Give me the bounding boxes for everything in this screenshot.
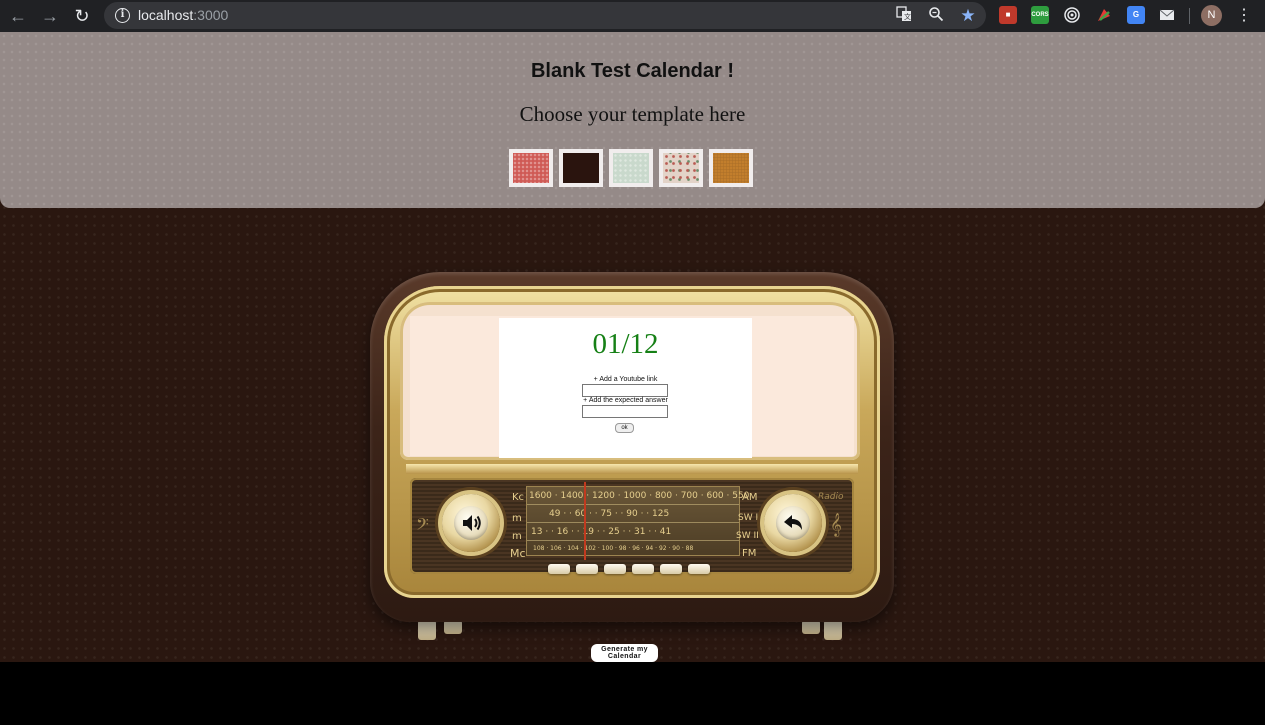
generate-calendar-button[interactable]: Generate my Calendar: [591, 644, 658, 662]
profile-avatar[interactable]: N: [1201, 5, 1222, 26]
radio-foot-left-inner: [444, 620, 462, 634]
site-info-icon[interactable]: i: [115, 8, 130, 23]
volume-knob[interactable]: [442, 494, 500, 552]
ext-color-icon[interactable]: [1095, 6, 1113, 24]
template-swatch-floral[interactable]: [659, 149, 703, 187]
youtube-link-label: + Add a Youtube link: [593, 376, 658, 383]
radio-key: [548, 564, 570, 574]
zoom-icon[interactable]: [926, 6, 946, 26]
radio-key: [604, 564, 626, 574]
back-knob[interactable]: [764, 494, 822, 552]
header-panel: Blank Test Calendar ! Choose your templa…: [0, 32, 1265, 208]
band-right-sw2: SW II: [736, 531, 759, 541]
url-port: :3000: [193, 7, 229, 23]
scale-row-sw1: 49 · · 60 · · 75 · · 90 · · 125: [549, 509, 670, 519]
page-title: Blank Test Calendar !: [530, 60, 735, 82]
ext-target-icon[interactable]: [1063, 6, 1081, 24]
scale-line-1: [527, 504, 739, 505]
scale-row-fm: 108 · 106 · 104 · 102 · 100 · 98 · 96 · …: [533, 545, 694, 552]
radio-foot-right-inner: [802, 620, 820, 634]
radio-key: [688, 564, 710, 574]
radio-foot-left: [418, 620, 436, 640]
radio-tuning-needle: [584, 482, 586, 560]
scale-line-2: [527, 522, 739, 523]
template-picker: [509, 149, 754, 187]
band-right-fm: FM: [742, 548, 757, 559]
page-content: Blank Test Calendar ! Choose your templa…: [0, 32, 1265, 725]
band-label-kc: Kc: [512, 492, 525, 503]
template-swatch-orange-fill: [713, 153, 749, 183]
scale-line-3: [527, 540, 739, 541]
bass-clef-icon: 𝄢: [416, 516, 429, 538]
template-swatch-orange[interactable]: [709, 149, 753, 187]
ok-button[interactable]: ok: [615, 423, 634, 433]
browser-toolbar: ← → ↻ i localhost:3000 文 ★ ■ CORS G N ⋮: [0, 0, 1265, 32]
ext-translate-icon[interactable]: G: [1127, 6, 1145, 24]
back-arrow-icon[interactable]: ←: [6, 4, 30, 28]
template-swatch-dark-brown[interactable]: [559, 149, 603, 187]
band-right-sw1: SW I: [738, 513, 759, 523]
ext-mail-icon[interactable]: [1158, 6, 1176, 24]
band-label-m1: m: [512, 513, 522, 524]
translate-icon[interactable]: 文: [894, 6, 914, 26]
template-swatch-red-fill: [513, 153, 549, 183]
template-prompt: Choose your template here: [519, 102, 746, 126]
radio-frequency-scale: 1600 · 1400 · 1200 · 1000 · 800 · 700 · …: [526, 486, 749, 556]
reload-icon[interactable]: ↻: [70, 4, 94, 28]
radio-trim-bar: [406, 464, 858, 474]
template-swatch-dark-brown-fill: [563, 153, 599, 183]
back-arrow-icon: [776, 506, 810, 540]
radio-key: [632, 564, 654, 574]
scale-row-sw2: 13 · · 16 · · 19 · · 25 · · 31 · · 41: [531, 527, 672, 537]
star-icon[interactable]: ★: [958, 6, 978, 26]
address-url[interactable]: localhost:3000: [138, 7, 228, 23]
volume-knob-cap: [454, 506, 488, 540]
radio-brand: Radio: [818, 492, 844, 502]
radio-keys: [548, 564, 716, 576]
day-date: 01/12: [592, 328, 659, 360]
template-swatch-red[interactable]: [509, 149, 553, 187]
address-bar[interactable]: i localhost:3000 文 ★: [104, 2, 986, 29]
band-label-m2: m: [512, 531, 522, 542]
more-menu-icon[interactable]: ⋮: [1234, 4, 1254, 28]
scale-row-am: 1600 · 1400 · 1200 · 1000 · 800 · 700 · …: [529, 491, 750, 501]
expected-answer-label: + Add the expected answer: [583, 397, 668, 404]
radio-key: [660, 564, 682, 574]
ext-red-icon[interactable]: ■: [999, 6, 1017, 24]
youtube-link-input[interactable]: [582, 384, 668, 397]
treble-clef-icon: 𝄞: [830, 514, 842, 536]
footer-band: [0, 662, 1265, 725]
band-label-mc: Mc: [510, 547, 526, 560]
template-swatch-mint[interactable]: [609, 149, 653, 187]
back-knob-cap: [776, 506, 810, 540]
ext-cors-icon[interactable]: CORS: [1031, 6, 1049, 24]
forward-arrow-icon[interactable]: →: [38, 4, 62, 28]
url-host: localhost: [138, 7, 194, 23]
template-swatch-mint-fill: [613, 153, 649, 183]
toolbar-divider: [1189, 8, 1190, 24]
radio-key: [576, 564, 598, 574]
expected-answer-input[interactable]: [582, 405, 668, 418]
svg-text:文: 文: [904, 12, 911, 21]
speaker-icon: [454, 506, 488, 540]
calendar-day-card: 01/12 + Add a Youtube link + Add the exp…: [499, 318, 752, 458]
template-swatch-floral-fill: [663, 153, 699, 183]
band-right-am: AM: [742, 492, 758, 503]
radio-foot-right: [824, 620, 842, 640]
